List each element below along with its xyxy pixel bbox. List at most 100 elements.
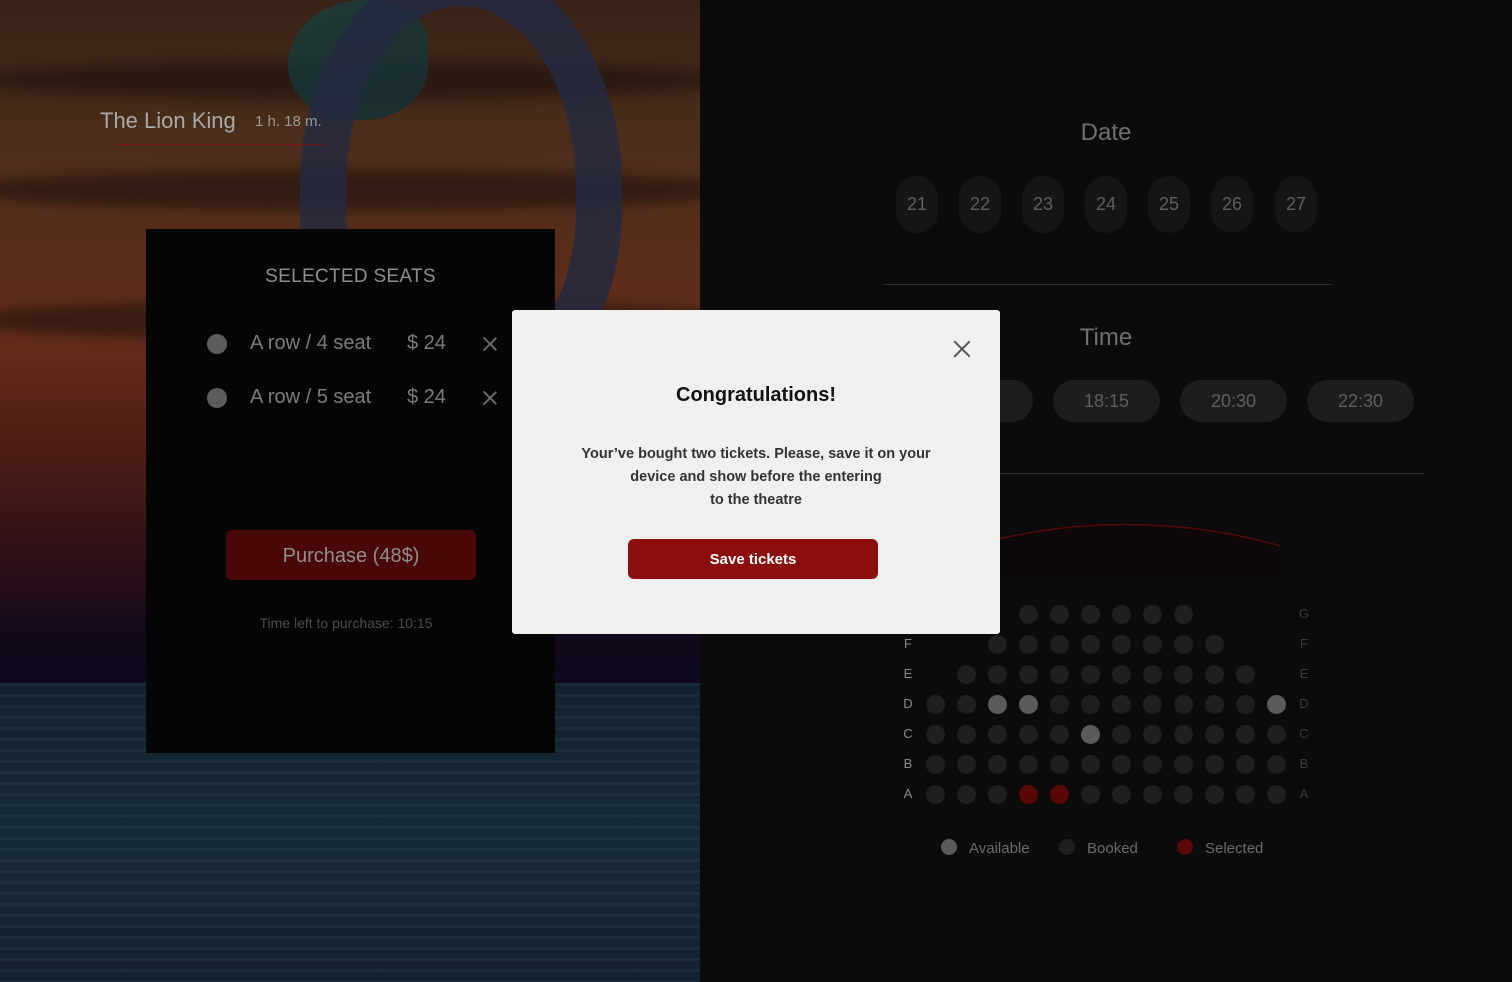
seat-B-12	[1266, 754, 1286, 774]
seat-G-1	[1018, 604, 1038, 624]
seat-F-6	[1142, 634, 1162, 654]
seat-A-12	[1266, 784, 1286, 804]
seat-indicator-icon	[207, 334, 227, 354]
row-letter-left: A	[903, 786, 913, 801]
selected-seat-price: $ 24	[407, 386, 446, 408]
seat-F-7	[1173, 634, 1193, 654]
seat-A-5[interactable]	[1049, 784, 1069, 804]
remove-seat-icon[interactable]	[479, 387, 501, 409]
seat-B-4	[1018, 754, 1038, 774]
seat-B-6	[1080, 754, 1100, 774]
seat-C-5	[1049, 724, 1069, 744]
time-option[interactable]: 22:30	[1307, 380, 1414, 422]
modal-title: Congratulations!	[676, 384, 836, 406]
row-letter-right: A	[1299, 786, 1309, 801]
seat-E-3	[1018, 664, 1038, 684]
seat-A-9	[1173, 784, 1193, 804]
seat-G-5	[1142, 604, 1162, 624]
legend-booked-label: Booked	[1087, 840, 1138, 857]
selected-legend-icon	[1177, 839, 1193, 855]
section-divider	[990, 473, 1425, 474]
seat-C-6[interactable]	[1080, 724, 1100, 744]
selected-seat-label: A row / 4 seat	[250, 332, 372, 354]
seat-C-2	[956, 724, 976, 744]
seat-D-12[interactable]	[1266, 694, 1286, 714]
seat-C-10	[1204, 724, 1224, 744]
seat-A-7	[1111, 784, 1131, 804]
seat-C-9	[1173, 724, 1193, 744]
seat-D-3[interactable]	[987, 694, 1007, 714]
time-option[interactable]: 18:15	[1053, 380, 1160, 422]
row-letter-left: E	[903, 666, 913, 681]
seat-E-6	[1111, 664, 1131, 684]
seat-D-7	[1111, 694, 1131, 714]
seat-A-4[interactable]	[1018, 784, 1038, 804]
booked-legend-icon	[1059, 839, 1075, 855]
date-option[interactable]: 26	[1211, 176, 1253, 233]
date-option[interactable]: 24	[1085, 176, 1127, 233]
seat-G-3	[1080, 604, 1100, 624]
seat-F-5	[1111, 634, 1131, 654]
seat-E-8	[1173, 664, 1193, 684]
row-letter-left: F	[904, 636, 912, 651]
row-letter-right: E	[1299, 666, 1309, 681]
seat-E-10	[1235, 664, 1255, 684]
purchase-button[interactable]: Purchase (48$)	[226, 530, 476, 580]
seat-D-6	[1080, 694, 1100, 714]
seat-A-2	[956, 784, 976, 804]
selected-seat-price: $ 24	[407, 332, 446, 354]
seat-A-8	[1142, 784, 1162, 804]
seat-C-4	[1018, 724, 1038, 744]
time-option[interactable]: 20:30	[1180, 380, 1287, 422]
seat-D-1	[925, 694, 945, 714]
seat-B-5	[1049, 754, 1069, 774]
seat-C-12	[1266, 724, 1286, 744]
row-letter-right: G	[1298, 606, 1310, 621]
date-option[interactable]: 22	[959, 176, 1001, 233]
time-left-text: Time left to purchase: 10:15	[259, 615, 433, 631]
seat-E-1	[956, 664, 976, 684]
seat-B-8	[1142, 754, 1162, 774]
modal-message-line: Your’ve bought two tickets. Please, save…	[581, 446, 931, 462]
seat-C-3	[987, 724, 1007, 744]
section-divider	[883, 284, 1331, 285]
seat-C-7	[1111, 724, 1131, 744]
date-option[interactable]: 27	[1275, 176, 1317, 233]
movie-title: The Lion King	[100, 108, 236, 133]
seat-D-4[interactable]	[1018, 694, 1038, 714]
seat-B-2	[956, 754, 976, 774]
seat-indicator-icon	[207, 388, 227, 408]
remove-seat-icon[interactable]	[479, 333, 501, 355]
row-letter-right: B	[1299, 756, 1309, 771]
seat-C-1	[925, 724, 945, 744]
seat-D-11	[1235, 694, 1255, 714]
date-option[interactable]: 25	[1148, 176, 1190, 233]
seat-A-1	[925, 784, 945, 804]
save-tickets-button[interactable]: Save tickets	[628, 539, 878, 579]
row-letter-left: C	[903, 726, 913, 741]
date-option[interactable]: 23	[1022, 176, 1064, 233]
congratulations-modal: Congratulations! Your’ve bought two tick…	[512, 310, 1000, 634]
seat-D-8	[1142, 694, 1162, 714]
date-option[interactable]: 21	[896, 176, 938, 233]
seat-F-2	[1018, 634, 1038, 654]
seat-E-2	[987, 664, 1007, 684]
legend-selected-label: Selected	[1205, 840, 1264, 857]
seat-C-8	[1142, 724, 1162, 744]
row-letter-right: C	[1299, 726, 1309, 741]
seat-A-6	[1080, 784, 1100, 804]
row-letter-right: D	[1299, 696, 1309, 711]
seat-F-8	[1204, 634, 1224, 654]
modal-message-line: device and show before the entering	[630, 469, 882, 485]
seat-B-9	[1173, 754, 1193, 774]
modal-message: Your’ve bought two tickets. Please, save…	[576, 443, 936, 512]
seat-A-3	[987, 784, 1007, 804]
modal-message-line: to the theatre	[710, 492, 802, 508]
close-icon[interactable]	[951, 338, 973, 360]
seat-B-10	[1204, 754, 1224, 774]
seat-D-5	[1049, 694, 1069, 714]
seat-F-3	[1049, 634, 1069, 654]
seat-F-4	[1080, 634, 1100, 654]
title-underline	[115, 144, 323, 145]
movie-duration: 1 h. 18 m.	[255, 113, 322, 130]
